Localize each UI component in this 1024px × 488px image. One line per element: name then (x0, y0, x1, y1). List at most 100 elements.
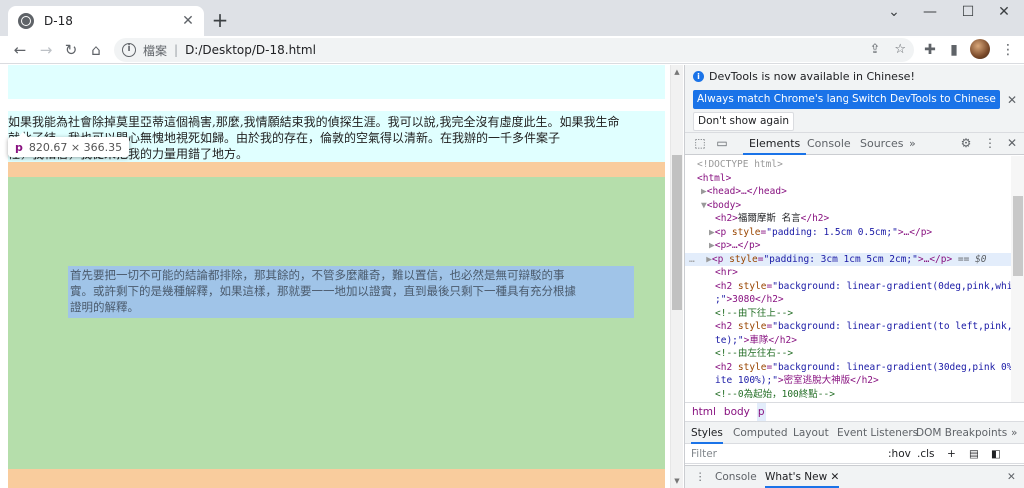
separator: | (174, 43, 179, 57)
switch-language-button[interactable]: Switch DevTools to Chinese (848, 90, 1000, 109)
tab-search-icon[interactable]: ⌄ (876, 4, 912, 20)
dom-node[interactable]: ▶<p style="padding: 1.5cm 0.5cm;">…</p> (685, 226, 1011, 240)
address-bar[interactable]: i 檔案 | D:/Desktop/D-18.html ⇪ ☆ (114, 38, 914, 62)
tab-close-icon[interactable]: ✕ (180, 13, 196, 29)
breadcrumb-p[interactable]: p (756, 403, 766, 421)
tab-layout[interactable]: Layout (793, 422, 829, 444)
banner-close-icon[interactable]: ✕ (1007, 93, 1017, 107)
dom-node[interactable]: <h2>福爾摩斯 名言</h2> (685, 212, 1011, 226)
dom-node[interactable]: ▶<p>…</p> (685, 239, 1011, 253)
security-label: 檔案 (143, 43, 168, 58)
tab-console[interactable]: Console (807, 133, 851, 155)
styles-tabbar: Styles Computed Layout Event Listeners D… (685, 422, 1024, 444)
devtools-panel: i DevTools is now available in Chinese! … (684, 65, 1024, 488)
styles-filter-row: Filter :hov .cls + ▤ ◧ (685, 444, 1024, 464)
paragraph-2-line: 首先要把一切不可能的結論都排除，那其餘的，不管多麼離奇，難以置信，也必然是無可辯… (70, 268, 565, 282)
dom-node[interactable]: ▶<head>…</head> (685, 185, 1011, 199)
browser-toolbar: ← → ↻ ⌂ i 檔案 | D:/Desktop/D-18.html ⇪ ☆ (0, 36, 1024, 64)
dom-node[interactable]: <h2 style="background: linear-gradient(3… (685, 361, 1011, 375)
computed-sidebar-icon[interactable]: ◧ (991, 444, 1001, 464)
padding-overlay (8, 177, 665, 469)
scroll-down-arrow-icon[interactable]: ▼ (673, 477, 681, 485)
sidebar-icon[interactable]: ▮ (944, 40, 964, 60)
paragraph-1-line: 如果我能為社會除掉莫里亞蒂這個禍害,那麼,我情願結束我的偵探生涯。我可以說,我完… (8, 115, 620, 129)
tab-strip: D-18 ✕ + ⌄ — ☐ ✕ (0, 0, 1024, 36)
dom-node[interactable]: <!DOCTYPE html> (685, 158, 1011, 172)
tooltip-tag: p (15, 140, 23, 154)
settings-gear-icon[interactable]: ⚙ (959, 136, 973, 150)
tab-elements[interactable]: Elements (743, 133, 807, 155)
dom-node[interactable]: <hr> (685, 266, 1011, 280)
device-toolbar-icon[interactable]: ▭ (715, 136, 729, 150)
styles-filter-input[interactable]: Filter (691, 444, 717, 464)
inspect-element-icon[interactable]: ⬚ (693, 136, 707, 150)
tab-styles[interactable]: Styles (691, 422, 723, 444)
drawer-menu-icon[interactable]: ⋮ (695, 466, 706, 488)
banner-message: DevTools is now available in Chinese! (709, 70, 915, 83)
devtools-more-icon[interactable]: ⋮ (983, 136, 997, 150)
dom-comment[interactable]: <!--由下往上--> (685, 307, 1011, 321)
browser-tab[interactable]: D-18 ✕ (8, 6, 204, 36)
drawer-tab-close-icon[interactable]: ✕ (831, 471, 840, 483)
tab-event-listeners[interactable]: Event Listeners (837, 422, 918, 444)
dom-tree: <!DOCTYPE html> <html> ▶<head>…</head> ▼… (685, 156, 1011, 402)
new-rule-icon[interactable]: + (947, 444, 956, 464)
tab-title: D-18 (44, 14, 73, 28)
dom-node[interactable]: ;">3080</h2> (685, 293, 1011, 307)
minimize-button[interactable]: — (912, 4, 948, 20)
tab-computed[interactable]: Computed (733, 422, 788, 444)
dom-comment[interactable]: <!--0為起始，100終點--> (685, 388, 1011, 402)
bookmark-star-icon[interactable]: ☆ (894, 42, 906, 57)
dom-node[interactable]: ▼<body> (685, 199, 1011, 213)
heading-highlight (8, 65, 665, 99)
paragraph-2-content: 首先要把一切不可能的結論都排除，那其餘的，不管多麼離奇，難以置信，也必然是無可辯… (68, 266, 634, 318)
window-close-button[interactable]: ✕ (986, 4, 1022, 20)
dom-node[interactable]: ite 100%);">密室逃脫大神版</h2> (685, 374, 1011, 388)
dom-node[interactable]: <h2 style="background: linear-gradient(0… (685, 280, 1011, 294)
devtools-tabbar: ⬚ ▭ Elements Console Sources » ⚙ ⋮ ✕ (685, 133, 1024, 155)
back-button[interactable]: ← (10, 40, 30, 60)
share-icon[interactable]: ⇪ (869, 42, 880, 57)
paragraph-2-line: 實。或許剩下的是幾種解釋，如果這樣，那就要一一地加以證實，直到最後只剩下一種具有… (70, 284, 576, 298)
info-icon[interactable]: i (122, 43, 136, 57)
drawer-tab-label: What's New (765, 471, 828, 483)
drawer-close-icon[interactable]: ✕ (1007, 466, 1016, 488)
dom-scroll-thumb[interactable] (1013, 196, 1023, 276)
tab-sources[interactable]: Sources (860, 133, 904, 155)
extensions-icon[interactable]: ✚ (920, 40, 940, 60)
class-toggle[interactable]: .cls (917, 444, 935, 464)
home-button[interactable]: ⌂ (86, 40, 106, 60)
breadcrumb-body[interactable]: body (723, 403, 751, 421)
forward-button[interactable]: → (36, 40, 56, 60)
dom-comment[interactable]: <!--由左往右--> (685, 347, 1011, 361)
page-scroll-thumb[interactable] (672, 155, 682, 310)
profile-avatar[interactable] (970, 39, 990, 59)
maximize-button[interactable]: ☐ (950, 4, 986, 20)
dom-node[interactable]: te);">車隊</h2> (685, 334, 1011, 348)
globe-icon (18, 13, 34, 29)
info-icon: i (693, 71, 704, 82)
dom-scrollbar[interactable] (1011, 156, 1024, 402)
drawer-tab-console[interactable]: Console (715, 466, 757, 488)
tooltip-dimensions: 820.67 × 366.35 (28, 140, 123, 154)
dom-node-selected[interactable]: … ▶<p style="padding: 3cm 1cm 5cm 2cm;">… (685, 252, 1011, 266)
paint-icon[interactable]: ▤ (969, 444, 979, 464)
new-tab-button[interactable]: + (210, 10, 230, 30)
hover-state-toggle[interactable]: :hov (888, 444, 911, 464)
drawer-tab-whats-new[interactable]: What's New ✕ (765, 466, 840, 488)
inspector-tooltip: p 820.67 × 366.35 (8, 132, 130, 157)
more-panes-icon[interactable]: » (1011, 422, 1017, 444)
dont-show-again-button[interactable]: Don't show again (693, 112, 795, 131)
reload-button[interactable]: ↻ (61, 40, 81, 60)
dom-node[interactable]: <html> (685, 172, 1011, 186)
url-text[interactable]: D:/Desktop/D-18.html (185, 43, 316, 57)
devtools-close-icon[interactable]: ✕ (1005, 136, 1019, 150)
tab-dom-breakpoints[interactable]: DOM Breakpoints (916, 422, 1007, 444)
dom-node[interactable]: <h2 style="background: linear-gradient(t… (685, 320, 1011, 334)
breadcrumb: html body p (685, 402, 1024, 422)
chrome-menu-icon[interactable]: ⋮ (998, 40, 1018, 60)
breadcrumb-html[interactable]: html (691, 403, 717, 421)
more-tabs-icon[interactable]: » (909, 133, 916, 155)
scroll-up-arrow-icon[interactable]: ▲ (673, 68, 681, 76)
page-viewport: 如果我能為社會除掉莫里亞蒂這個禍害,那麼,我情願結束我的偵探生涯。我可以說,我完… (0, 65, 683, 488)
